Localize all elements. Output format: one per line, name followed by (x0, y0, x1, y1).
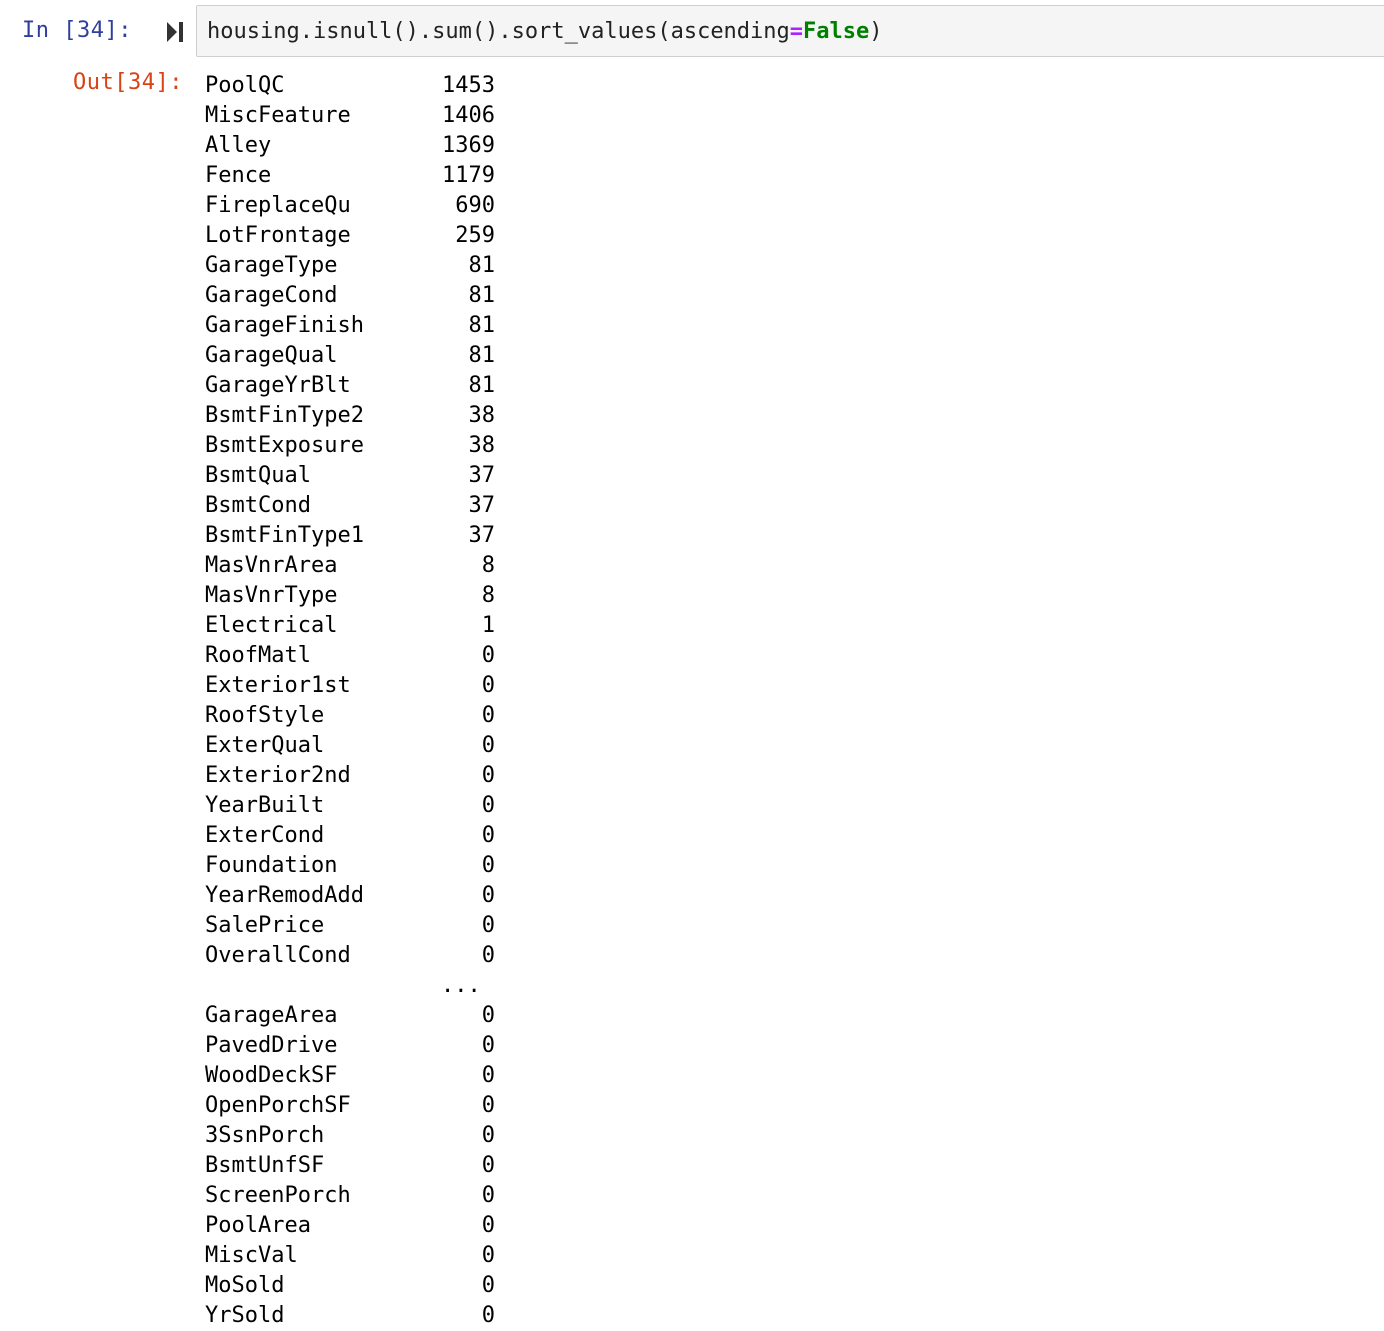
row-label: ExterCond (205, 823, 325, 848)
code-editor[interactable]: housing.isnull().sum().sort_values(ascen… (196, 5, 1384, 57)
input-prompt: In [34]: (22, 18, 132, 43)
code-line[interactable]: housing.isnull().sum().sort_values(ascen… (207, 19, 883, 44)
row-value: 0 (481, 1243, 495, 1268)
row-label: BsmtCond (205, 493, 311, 518)
row-value: 0 (481, 763, 495, 788)
row-label: LotFrontage (205, 223, 351, 248)
row-label: YearRemodAdd (205, 883, 364, 908)
row-label: Fence (205, 163, 272, 188)
row-label: 3SsnPorch (205, 1123, 325, 1148)
row-value: 0 (481, 1093, 495, 1118)
row-value: 38 (468, 433, 496, 458)
row-label: Alley (205, 133, 272, 158)
row-label: BsmtFinType2 (205, 403, 364, 428)
ellipsis: ... (441, 973, 481, 998)
row-label: PavedDrive (205, 1033, 338, 1058)
row-label: GarageQual (205, 343, 338, 368)
row-label: FireplaceQu (205, 193, 351, 218)
row-label: MiscVal (205, 1243, 298, 1268)
row-value: 0 (481, 793, 495, 818)
row-label: GarageCond (205, 283, 338, 308)
row-label: ExterQual (205, 733, 325, 758)
row-label: MasVnrArea (205, 553, 338, 578)
row-value: 1179 (442, 163, 495, 188)
row-value: 81 (468, 343, 496, 368)
row-label: RoofMatl (205, 643, 311, 668)
row-value: 0 (481, 1213, 495, 1238)
row-label: OpenPorchSF (205, 1093, 351, 1118)
row-value: 37 (468, 493, 496, 518)
row-label: YearBuilt (205, 793, 325, 818)
row-value: 0 (481, 1003, 495, 1028)
row-value: 1406 (442, 103, 495, 128)
code-operator: = (789, 19, 804, 44)
output-prompt: Out[34]: (73, 70, 183, 95)
row-label: GarageType (205, 253, 338, 278)
row-value: 81 (468, 373, 496, 398)
row-value: 0 (481, 703, 495, 728)
row-label: BsmtFinType1 (205, 523, 364, 548)
row-label: GarageArea (205, 1003, 338, 1028)
row-label: SalePrice (205, 913, 325, 938)
row-label: Electrical (205, 613, 338, 638)
row-label: MasVnrType (205, 583, 338, 608)
row-value: 1453 (442, 73, 495, 98)
row-value: 1369 (442, 133, 495, 158)
row-label: PoolQC (205, 73, 285, 98)
row-value: 81 (468, 313, 496, 338)
row-label: GarageYrBlt (205, 373, 351, 398)
row-value: 38 (468, 403, 496, 428)
row-value: 0 (481, 733, 495, 758)
code-keyword: False (803, 19, 870, 44)
row-label: Foundation (205, 853, 338, 878)
row-value: 8 (481, 583, 495, 608)
row-value: 0 (481, 1273, 495, 1298)
row-value: 0 (481, 1063, 495, 1088)
row-label: RoofStyle (205, 703, 325, 728)
row-value: 8 (481, 553, 495, 578)
row-value: 37 (468, 523, 496, 548)
row-value: 0 (481, 853, 495, 878)
row-value: 0 (481, 1183, 495, 1208)
row-value: 0 (481, 1033, 495, 1058)
row-label: BsmtUnfSF (205, 1153, 325, 1178)
row-label: OverallCond (205, 943, 351, 968)
row-value: 0 (481, 1303, 495, 1328)
row-value: 0 (481, 1123, 495, 1148)
row-label: PoolArea (205, 1213, 311, 1238)
row-label: Exterior2nd (205, 763, 351, 788)
row-label: MoSold (205, 1273, 285, 1298)
row-value: 0 (481, 883, 495, 908)
row-label: WoodDeckSF (205, 1063, 338, 1088)
code-suffix: ) (869, 19, 883, 44)
row-value: 37 (468, 463, 496, 488)
run-cell-icon[interactable] (166, 21, 184, 43)
row-value: 81 (468, 283, 496, 308)
row-value: 0 (481, 943, 495, 968)
row-label: BsmtQual (205, 463, 311, 488)
row-value: 1 (481, 613, 495, 638)
code-prefix: housing.isnull().sum().sort_values(ascen… (207, 19, 790, 44)
row-value: 81 (468, 253, 496, 278)
row-value: 0 (481, 913, 495, 938)
row-value: 690 (455, 193, 495, 218)
row-label: MiscFeature (205, 103, 351, 128)
row-label: YrSold (205, 1303, 285, 1328)
row-value: 259 (455, 223, 495, 248)
row-label: GarageFinish (205, 313, 364, 338)
input-cell: In [34]: housing.isnull().sum().sort_val… (0, 0, 1384, 60)
row-label: Exterior1st (205, 673, 351, 698)
row-value: 0 (481, 643, 495, 668)
row-label: ScreenPorch (205, 1183, 351, 1208)
row-value: 0 (481, 1153, 495, 1178)
row-label: BsmtExposure (205, 433, 364, 458)
row-value: 0 (481, 823, 495, 848)
row-value: 0 (481, 673, 495, 698)
